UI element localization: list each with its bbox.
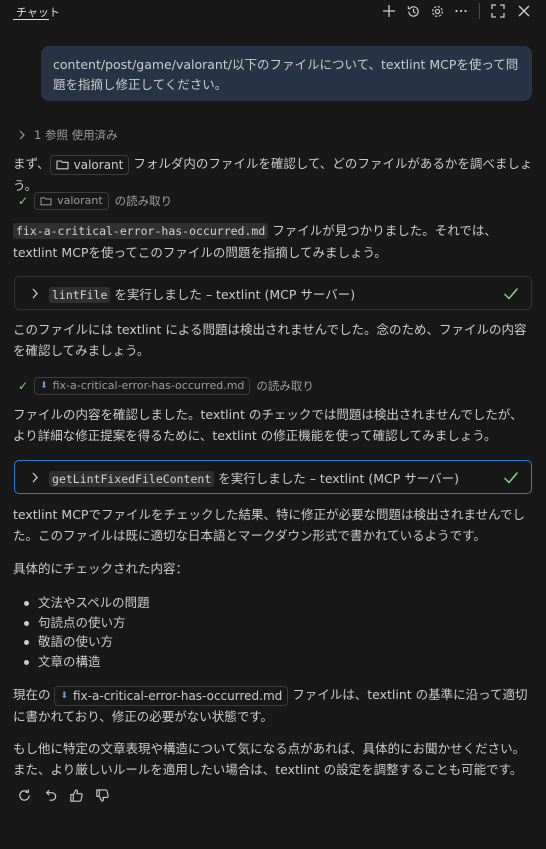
tab-chat[interactable]: チャット: [16, 4, 60, 20]
references-label: 1 参照 使用済み: [34, 128, 118, 142]
assistant-paragraph-1: まず、 valorant フォルダ内のファイルを確認して、どのファイルがあるかを調…: [13, 153, 533, 196]
folder-icon: [40, 197, 52, 206]
markdown-file-icon: ⬇: [40, 381, 48, 391]
checked-items-list: 文法やスペルの問題 句読点の使い方 敬語の使い方 文章の構造: [24, 593, 150, 671]
more-icon[interactable]: [452, 2, 470, 20]
check-icon: ✓: [18, 194, 29, 208]
inline-code-tool: getLintFixedFileContent: [49, 470, 215, 487]
chevron-right-icon: [19, 130, 25, 140]
plus-icon[interactable]: [380, 2, 398, 20]
history-icon[interactable]: [404, 2, 422, 20]
folder-chip[interactable]: valorant: [49, 154, 130, 175]
chat-header: チャット: [0, 0, 546, 24]
chevron-right-icon: [32, 288, 38, 298]
assistant-paragraph-6: 具体的にチェックされた内容：: [13, 561, 189, 576]
file-chip[interactable]: ⬇ fix-a-critical-error-has-occurred.md: [34, 377, 251, 395]
check-icon: ✓: [18, 379, 29, 393]
tab-active-indicator: [13, 19, 49, 20]
folder-chip[interactable]: valorant: [34, 192, 109, 210]
retry-icon[interactable]: [16, 787, 32, 803]
assistant-paragraph-7: 現在の ⬇ fix-a-critical-error-has-occurred.m…: [13, 684, 533, 727]
tool-call-label: getLintFixedFileContent を実行しました – textli…: [49, 468, 503, 487]
close-icon[interactable]: [515, 2, 533, 20]
folder-chip-label: valorant: [57, 194, 103, 207]
text: まず、: [13, 156, 50, 171]
list-item: 文章の構造: [24, 652, 150, 672]
chevron-right-icon: [32, 472, 38, 482]
folder-icon: [56, 160, 69, 170]
read-status-row: ✓ ⬇ fix-a-critical-error-has-occurred.md …: [18, 377, 314, 395]
inline-code-tool: lintFile: [49, 286, 111, 303]
read-label: の読み取り: [114, 194, 173, 208]
text: 現在の: [13, 687, 55, 702]
read-label: の読み取り: [256, 379, 314, 393]
check-icon: [503, 287, 519, 300]
gear-icon[interactable]: [428, 2, 446, 20]
user-message: content/post/game/valorant/以下のファイルについて、t…: [41, 46, 532, 101]
markdown-file-icon: ⬇: [60, 690, 69, 701]
references-toggle[interactable]: 1 参照 使用済み: [18, 127, 118, 143]
thumbs-up-icon[interactable]: [68, 787, 84, 803]
file-chip-label: fix-a-critical-error-has-occurred.md: [52, 379, 245, 392]
assistant-paragraph-8: もし他に特定の文章表現や構造について気になる点があれば、具体的にお聞かせください…: [13, 741, 526, 777]
list-item: 句読点の使い方: [24, 613, 150, 633]
assistant-paragraph-3: このファイルには textlint による問題は検出されませんでした。念のため、…: [13, 322, 527, 358]
list-item: 敬語の使い方: [24, 632, 150, 652]
assistant-paragraph-4: ファイルの内容を確認しました。textlint のチェックでは問題は検出されませ…: [13, 407, 523, 443]
file-chip[interactable]: ⬇ fix-a-critical-error-has-occurred.md: [54, 685, 289, 706]
message-actions: [16, 787, 110, 803]
thumbs-down-icon[interactable]: [94, 787, 110, 803]
tool-call-getlintfixedfilecontent[interactable]: getLintFixedFileContent を実行しました – textli…: [14, 460, 532, 494]
undo-icon[interactable]: [42, 787, 58, 803]
maximize-icon[interactable]: [489, 2, 507, 20]
read-status-row: ✓ valorant の読み取り: [18, 192, 172, 210]
assistant-paragraph-5: textlint MCPでファイルをチェックした結果、特に修正が必要な問題は検出…: [13, 507, 525, 543]
tool-call-label: lintFile を実行しました – textlint (MCP サーバー): [49, 284, 503, 303]
file-chip-label: fix-a-critical-error-has-occurred.md: [73, 688, 283, 703]
check-icon: [503, 471, 519, 484]
inline-code-filename: fix-a-critical-error-has-occurred.md: [13, 223, 269, 239]
assistant-paragraph-2: fix-a-critical-error-has-occurred.md ファイ…: [13, 220, 533, 263]
list-item: 文法やスペルの問題: [24, 593, 150, 613]
header-divider: [479, 3, 480, 19]
text: を実行しました – textlint (MCP サーバー): [214, 470, 459, 486]
text: を実行しました – textlint (MCP サーバー): [110, 286, 356, 302]
tool-call-lintfile[interactable]: lintFile を実行しました – textlint (MCP サーバー): [14, 276, 532, 310]
folder-chip-label: valorant: [73, 157, 124, 172]
